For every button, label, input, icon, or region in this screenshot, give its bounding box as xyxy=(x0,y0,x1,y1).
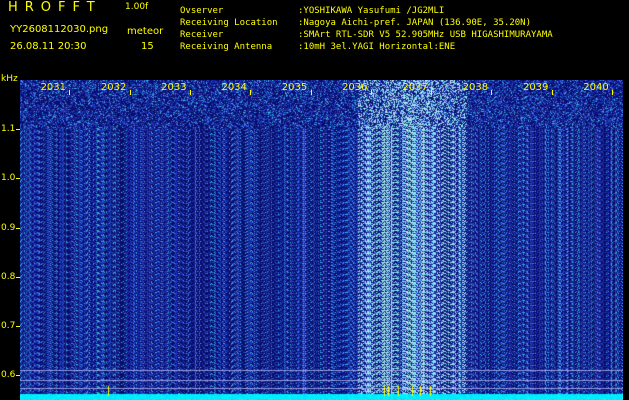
y-tick-mark xyxy=(16,227,20,229)
info-receiver: Receiver :SMArt RTL-SDR V5 52.905MHz USB … xyxy=(180,31,553,40)
y-tick-mark xyxy=(16,276,20,278)
y-tick-mark xyxy=(16,375,20,377)
y-tick-label: 0.8 xyxy=(1,271,16,282)
mode-label: meteor xyxy=(127,26,164,37)
info-key: Ovserver xyxy=(180,6,224,16)
y-tick-label: 0.6 xyxy=(1,370,16,381)
x-tick-mark xyxy=(310,90,312,95)
info-key: Receiver xyxy=(180,30,224,40)
x-tick-mark xyxy=(370,90,372,95)
x-tick-mark xyxy=(250,90,252,95)
info-value: :Nagoya Aichi-pref. JAPAN (136.90E, 35.2… xyxy=(298,18,531,28)
y-tick-mark xyxy=(16,178,20,180)
datetime-label: 26.08.11 20:30 xyxy=(10,41,87,52)
y-tick-mark xyxy=(16,129,20,131)
info-key: Receiving Location xyxy=(180,18,278,28)
x-tick-label: 2039 xyxy=(522,82,549,93)
filename-label: YY2608112030.png xyxy=(10,24,109,35)
info-antenna: Receiving Antenna :10mH 3el.YAGI Horizont… xyxy=(180,43,455,52)
hrofft-screen: HROFFT 1.00f YY2608112030.png meteor 26.… xyxy=(0,0,629,400)
y-tick-label: 1.0 xyxy=(1,173,16,184)
x-tick-label: 2035 xyxy=(281,82,308,93)
info-observer: Ovserver :YOSHIKAWA Yasufumi /JG2MLI xyxy=(180,7,444,16)
y-tick-mark xyxy=(16,326,20,328)
spectrogram xyxy=(20,80,623,400)
meteor-count: 15 xyxy=(141,41,154,52)
x-tick-label: 2032 xyxy=(100,82,127,93)
x-tick-mark xyxy=(69,90,71,95)
info-key: Receiving Antenna xyxy=(180,42,273,52)
y-tick-label: 0.9 xyxy=(1,222,16,233)
x-tick-mark xyxy=(551,90,553,95)
x-tick-label: 2038 xyxy=(462,82,489,93)
x-tick-label: 2034 xyxy=(221,82,247,93)
version-label: 1.00f xyxy=(125,2,149,12)
x-tick-mark xyxy=(491,90,493,95)
x-tick-mark xyxy=(612,90,613,95)
x-tick-label: 2037 xyxy=(402,82,428,93)
x-tick-label: 2033 xyxy=(161,82,187,93)
x-tick-mark xyxy=(129,90,131,95)
x-tick-label: 2031 xyxy=(40,82,67,93)
info-value: :YOSHIKAWA Yasufumi /JG2MLI xyxy=(298,6,445,16)
x-tick-mark xyxy=(189,90,191,95)
info-value: :10mH 3el.YAGI Horizontal:ENE xyxy=(298,42,456,52)
y-tick-label: 1.1 xyxy=(1,124,16,135)
info-value: :SMArt RTL-SDR V5 52.905MHz USB HIGASHIM… xyxy=(298,30,553,40)
x-tick-mark xyxy=(431,90,433,95)
x-tick-label: 2036 xyxy=(342,82,368,93)
x-tick-label: 2040 xyxy=(583,82,609,93)
y-tick-label: 0.7 xyxy=(1,321,16,332)
y-unit-label: kHz xyxy=(1,74,18,84)
info-location: Receiving Location :Nagoya Aichi-pref. JA… xyxy=(180,19,531,28)
app-title: HROFFT xyxy=(8,0,102,15)
